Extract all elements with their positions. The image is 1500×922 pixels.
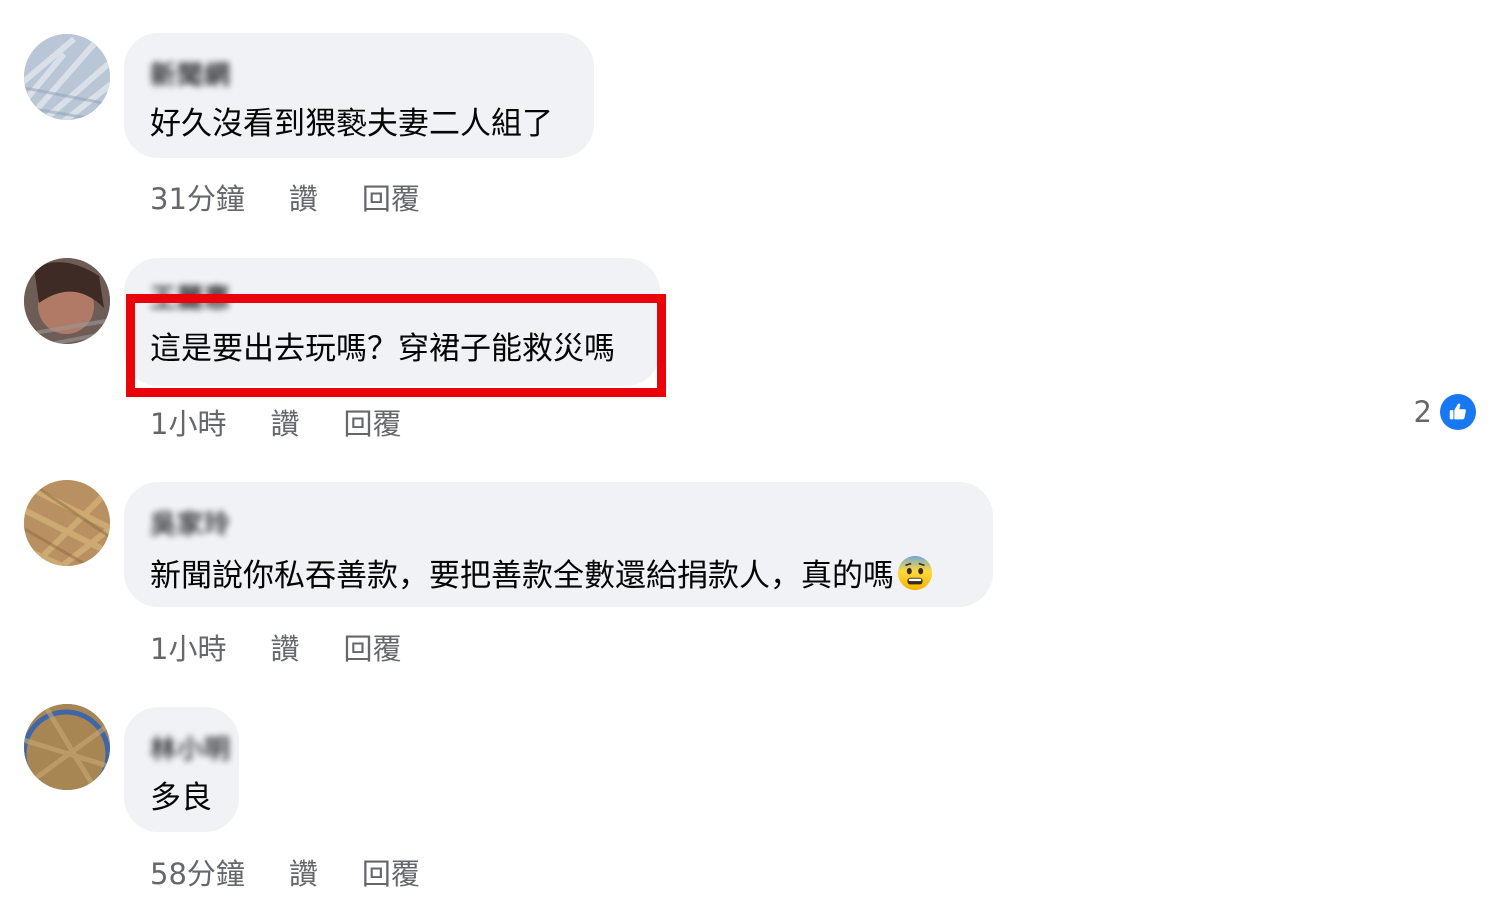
comment-text: 多良 [150, 780, 212, 816]
comment-time[interactable]: 58分鐘 [150, 851, 245, 893]
comment-actions: 58分鐘 讚 回覆 [150, 851, 420, 893]
avatar-scribble [24, 704, 110, 790]
like-button[interactable]: 讚 [289, 851, 318, 893]
author-name[interactable]: 林小明 [150, 729, 231, 766]
reply-button[interactable]: 回覆 [362, 851, 420, 893]
avatar[interactable] [24, 704, 110, 790]
comment-item: 林小明 多良 58分鐘 讚 回覆 [0, 0, 1500, 922]
comment-bubble: 林小明 多良 [124, 707, 239, 832]
